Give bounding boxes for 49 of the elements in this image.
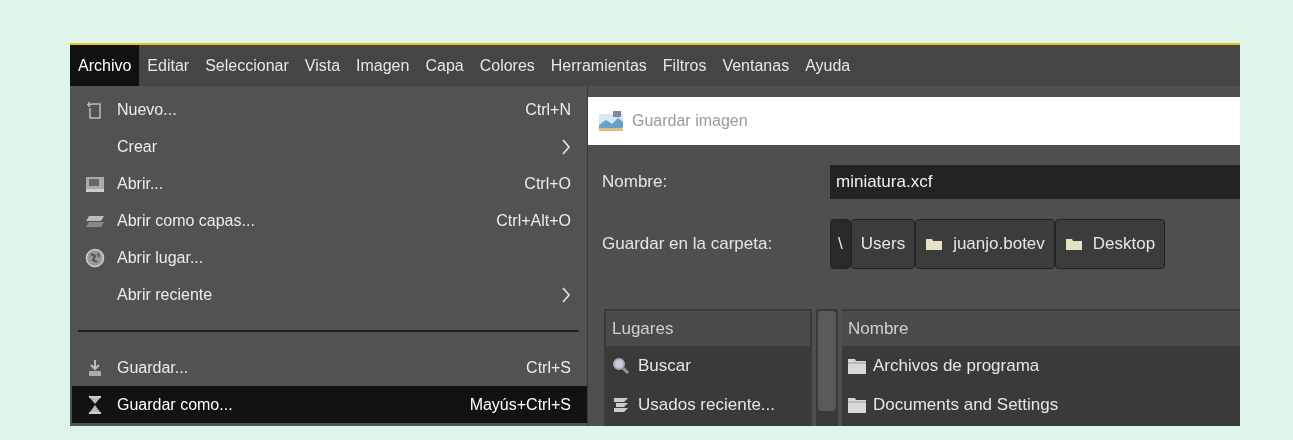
folder-icon (925, 237, 944, 251)
open-icon (84, 174, 105, 193)
shortcut-label: Ctrl+N (525, 99, 571, 120)
place-item[interactable]: Buscar (604, 346, 812, 385)
stack-icon (612, 395, 630, 414)
path-button[interactable]: juanjo.botev (915, 219, 1055, 269)
menu-item[interactable]: Nuevo... Ctrl+N (72, 91, 587, 128)
menu-item[interactable]: Seleccionar (197, 45, 297, 86)
menu-item[interactable]: Filtros (654, 45, 715, 86)
shortcut-label: Mayús+Ctrl+S (469, 394, 571, 415)
globe-icon (84, 247, 105, 268)
shortcut-label: Ctrl+Alt+O (496, 210, 571, 231)
image-icon (598, 110, 624, 132)
menu-item[interactable]: Editar (139, 45, 198, 86)
filename-field[interactable]: miniatura.xcf (830, 165, 1240, 199)
menu-item[interactable]: Abrir... Ctrl+O (72, 165, 587, 202)
menu-item[interactable]: Archivo (70, 45, 140, 86)
shortcut-label: Ctrl+O (524, 173, 571, 194)
menu-item[interactable]: Ayuda (797, 45, 859, 86)
menu-item[interactable]: Guardar... Ctrl+S (72, 349, 587, 386)
menu-item[interactable]: Ventanas (714, 45, 798, 86)
menu-item[interactable]: Abrir reciente (72, 276, 587, 313)
menu-item[interactable]: Herramientas (542, 45, 655, 86)
file-row[interactable]: Documents and Settings (842, 385, 1240, 424)
menu-item[interactable]: Abrir lugar... (72, 239, 587, 276)
path-button[interactable]: Desktop (1054, 219, 1166, 269)
menu-item[interactable]: Crear (72, 128, 587, 165)
menu-item[interactable]: Guardar como... Mayús+Ctrl+S (72, 386, 587, 423)
folder-icon (847, 395, 867, 414)
folder-icon (1064, 237, 1083, 251)
path-button[interactable]: Users (850, 219, 916, 269)
dialog-title: Guardar imagen (632, 111, 748, 131)
path-button[interactable]: \ (830, 219, 851, 269)
folder-icon (847, 356, 867, 375)
menu-item[interactable]: Capa (417, 45, 472, 86)
search-icon (612, 356, 630, 375)
place-item[interactable]: Usados reciente... (604, 385, 812, 424)
file-row[interactable]: Archivos de programa (842, 346, 1240, 385)
scrollbar-thumb[interactable] (818, 311, 836, 411)
menu-item[interactable]: Colores (471, 45, 543, 86)
menu-item[interactable]: Imagen (348, 45, 418, 86)
field-label: Guardar en la carpeta: (602, 233, 774, 256)
menu-item[interactable]: Vista (296, 45, 349, 86)
menu-item[interactable]: Abrir como capas... Ctrl+Alt+O (72, 202, 587, 239)
shortcut-label: Ctrl+S (526, 357, 571, 378)
column-header[interactable]: Nombre (842, 311, 1240, 346)
column-header[interactable]: Lugares (606, 311, 810, 346)
field-label: Nombre: (602, 171, 669, 194)
new-file-icon (85, 100, 104, 119)
